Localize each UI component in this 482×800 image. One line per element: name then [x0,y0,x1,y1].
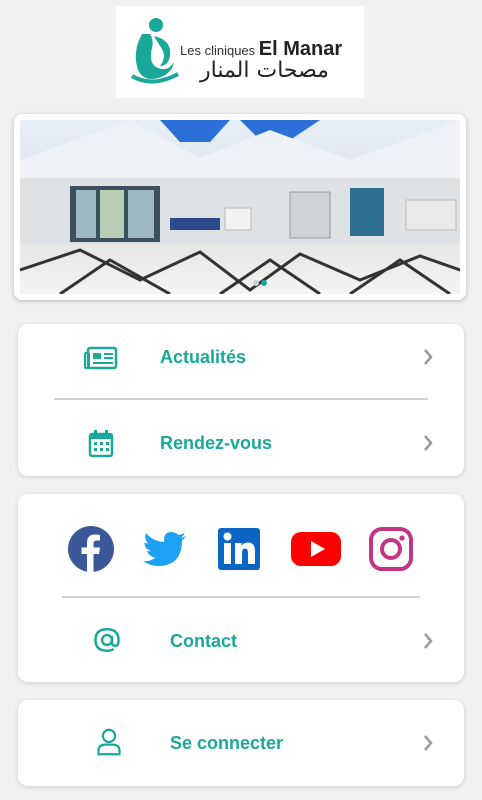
calendar-icon [88,430,114,458]
user-icon [97,728,121,756]
youtube-icon[interactable] [290,526,342,572]
logo: Les cliniques El Manar مصحات المنار [116,6,364,98]
at-icon [94,628,120,652]
social-contact-card: Contact [18,494,464,682]
hero-banner[interactable] [14,114,466,300]
lobby-panorama-image [20,120,460,294]
instagram-icon[interactable] [368,526,414,572]
chevron-right-icon [424,735,433,751]
menu-item-se-connecter[interactable]: Se connecter [18,714,464,774]
divider [62,596,420,598]
menu-item-rendez-vous[interactable]: Rendez-vous [18,414,464,474]
chevron-right-icon [424,349,433,365]
menu-item-contact[interactable]: Contact [18,612,464,672]
divider [54,398,428,400]
facebook-icon[interactable] [68,526,114,572]
rendez-vous-label: Rendez-vous [160,433,273,453]
contact-label: Contact [170,631,237,651]
linkedin-icon[interactable] [216,526,262,572]
login-card: Se connecter [18,700,464,786]
twitter-icon[interactable] [142,526,188,572]
clinic-logo-icon [130,18,179,84]
menu-card: Actualités Rendez-vous [18,324,464,476]
actualites-label: Actualités [160,347,247,367]
menu-item-actualites[interactable]: Actualités [18,328,464,388]
chevron-right-icon [424,435,433,451]
logo-text-arabic: مصحات المنار [200,58,329,83]
chevron-right-icon [424,633,433,649]
se-connecter-label: Se connecter [170,733,284,753]
newspaper-icon [84,346,118,370]
